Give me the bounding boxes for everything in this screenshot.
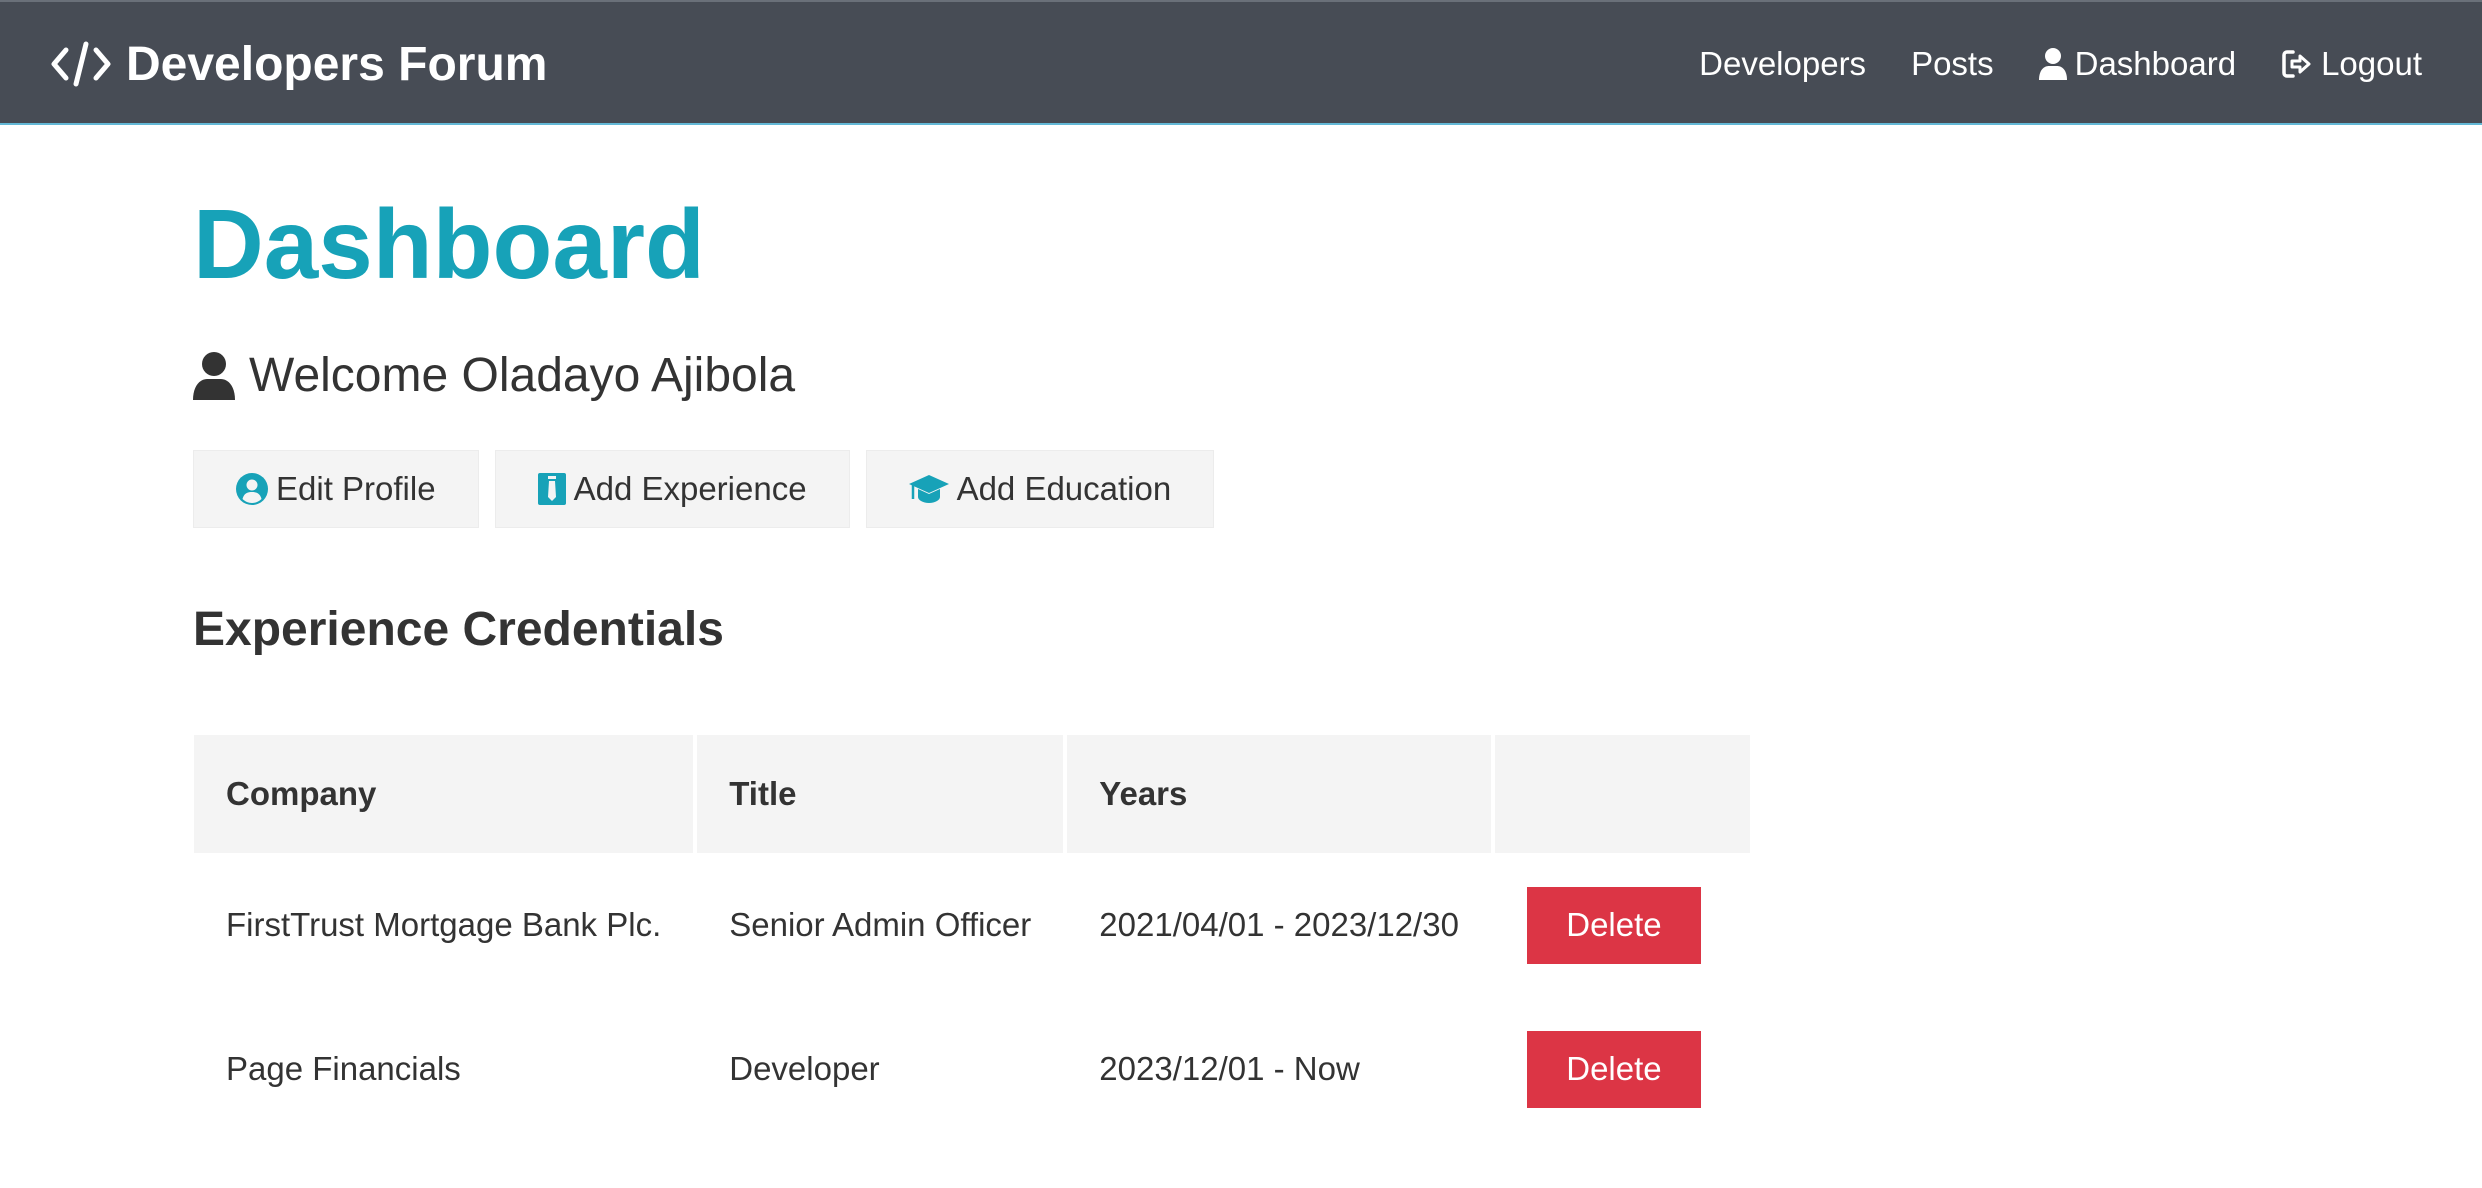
cell-action: Delete [1495,853,1750,997]
dashboard-actions: Edit Profile Add Experience Add Educatio… [193,450,1230,528]
header-company: Company [194,735,694,853]
nav-link-posts[interactable]: Posts [1911,45,1994,83]
add-experience-button[interactable]: Add Experience [494,450,850,528]
navbar: Developers Forum Developers Posts Dashbo… [0,0,2482,125]
cell-years: 2023/12/01 - Now [1099,1050,1360,1087]
table-row: FirstTrust Mortgage Bank Plc. Senior Adm… [194,853,1750,997]
welcome-text: Welcome Oladayo Ajibola [249,349,796,402]
cell-title: Senior Admin Officer [729,906,1032,943]
page-title: Dashboard [193,189,705,299]
user-circle-icon [236,473,268,505]
brand-title: Developers Forum [126,37,548,91]
nav-links: Developers Posts Dashboard Logout [1654,32,2422,96]
welcome-message: Welcome Oladayo Ajibola [193,348,795,403]
table-row: Page Financials Developer 2023/12/01 - N… [194,997,1750,1141]
add-education-label: Add Education [956,470,1172,507]
add-experience-label: Add Experience [573,470,807,507]
id-badge-icon [537,473,566,505]
brand-link[interactable]: Developers Forum [50,32,547,96]
delete-button[interactable]: Delete [1526,1030,1701,1108]
cell-company: FirstTrust Mortgage Bank Plc. [226,906,662,943]
graduation-cap-icon [908,475,949,503]
cell-years: 2021/04/01 - 2023/12/30 [1099,906,1459,943]
header-title: Title [697,735,1064,853]
nav-link-label: Dashboard [2074,45,2237,82]
nav-link-logout[interactable]: Logout [2281,45,2422,83]
cell-action: Delete [1495,997,1750,1141]
edit-profile-label: Edit Profile [276,470,436,507]
code-icon [51,41,111,87]
nav-link-label: Logout [2321,45,2422,82]
table-header-row: Company Title Years [194,735,1750,853]
sign-out-icon [2282,50,2311,78]
nav-link-developers[interactable]: Developers [1699,45,1866,83]
nav-link-label: Developers [1699,45,1867,82]
header-years: Years [1067,735,1491,853]
nav-link-label: Posts [1911,45,1994,82]
user-icon [193,351,235,400]
experience-section-title: Experience Credentials [193,603,724,656]
cell-title: Developer [729,1050,880,1087]
edit-profile-button[interactable]: Edit Profile [193,450,479,528]
add-education-button[interactable]: Add Education [865,450,1215,528]
delete-button[interactable]: Delete [1526,886,1701,964]
cell-company: Page Financials [226,1050,461,1087]
header-action [1494,735,1750,853]
experience-table: Company Title Years FirstTrust Mortgage … [190,735,1754,1141]
user-icon [2038,48,2067,80]
nav-link-dashboard[interactable]: Dashboard [2038,45,2237,83]
